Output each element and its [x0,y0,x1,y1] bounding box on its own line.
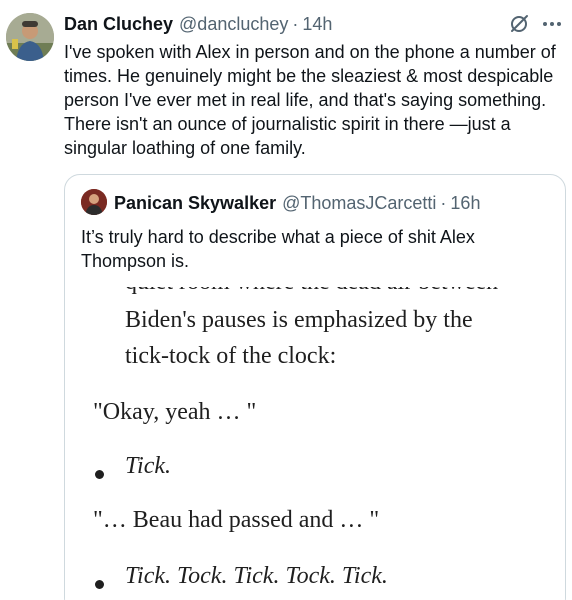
separator-dot: · [292,13,299,34]
quoted-author-name[interactable]: Panican Skywalker [114,193,276,214]
bullet-icon [95,470,104,479]
image-text-line: Tick. Tock. Tick. Tock. Tick. [125,563,388,589]
quoted-tweet-text: It’s truly hard to describe what a piece… [81,227,475,271]
tweet[interactable]: Dan Cluchey @dancluchey · 14h I've spoke… [0,0,572,600]
quoted-avatar-image [81,189,107,215]
quoted-author-handle[interactable]: @ThomasJCarcetti [282,193,436,214]
quoted-timestamp[interactable]: 16h [450,193,480,214]
image-text-line: Tick. [125,453,171,479]
quoted-separator-dot: · [440,192,447,213]
quoted-tweet-header: Panican Skywalker @ThomasJCarcetti · 16h [114,192,480,214]
quoted-author-avatar[interactable] [81,189,107,215]
tweet-timestamp[interactable]: 14h [302,14,332,35]
author-handle[interactable]: @dancluchey [179,14,288,35]
author-name[interactable]: Dan Cluchey [64,14,173,35]
image-text-line: "… Beau had passed and … " [93,507,380,533]
image-text-line: tick-tock of the clock: [125,343,337,369]
tweet-text: I've spoken with Alex in person and on t… [64,42,556,158]
author-avatar-image [6,13,54,61]
author-avatar[interactable] [6,13,54,61]
image-text-line: "Okay, yeah … " [93,399,257,425]
image-text-line: Biden's pauses is emphasized by the [125,307,473,333]
quoted-tweet[interactable]: Panican Skywalker @ThomasJCarcetti · 16h… [64,174,566,600]
more-icon[interactable] [540,13,564,35]
bullet-icon [95,580,104,589]
quoted-tweet-image[interactable]: quiet room where the dead air between Bi… [65,287,565,600]
image-text-cut-line: quiet room where the dead air between [125,287,498,296]
tweet-header: Dan Cluchey @dancluchey · 14h [64,13,332,35]
grok-icon[interactable] [508,13,530,35]
